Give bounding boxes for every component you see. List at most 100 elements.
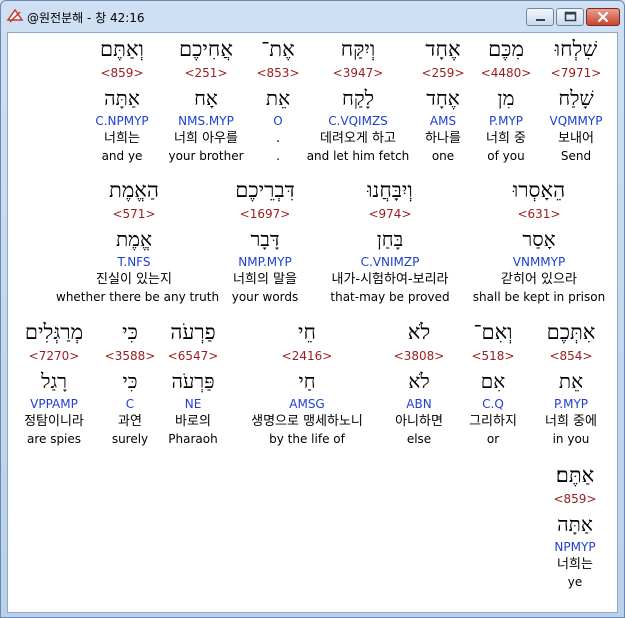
word-block[interactable]: אֶת־ <853> אֵת O . .	[256, 35, 300, 173]
window-title: @원전분해 - 창 42:16	[27, 11, 145, 25]
hebrew-word: חֵי	[298, 320, 316, 344]
korean-gloss: 데려오게 하고	[320, 131, 396, 146]
parsing-code: AMS	[429, 114, 457, 128]
lemma: אֵת	[558, 369, 584, 393]
lemma: חַי	[298, 369, 316, 393]
korean-gloss: .	[275, 131, 281, 146]
close-button[interactable]	[586, 8, 620, 26]
strong-number: <3947>	[332, 66, 384, 80]
english-gloss: shall be kept in prison	[472, 290, 606, 304]
lemma: שָׁלַח	[558, 86, 594, 110]
lemma: אֵת	[265, 86, 291, 110]
maximize-button[interactable]	[556, 8, 584, 26]
lemma: אֶחָד	[426, 86, 460, 110]
parsing-code: NMS.MYP	[178, 114, 234, 128]
word-block[interactable]: וְאִם־ <518> אִם C.Q 그리하지 or	[458, 318, 528, 456]
strong-number: <3808>	[393, 349, 445, 363]
lemma: בָּחַן	[376, 227, 404, 251]
korean-gloss: 너희는	[557, 557, 593, 572]
english-gloss: that-may be proved	[330, 290, 450, 304]
lemma: כִּי	[122, 369, 138, 393]
parsing-code: VQMMYP	[549, 114, 603, 128]
korean-gloss: 바로의	[175, 414, 211, 429]
parsing-code: O	[273, 114, 283, 128]
word-block[interactable]: אִתְּכֶם <854> אֵת P.MYP 너희 중에 in you	[532, 318, 610, 456]
word-block[interactable]: וְיִבָּחֲנוּ <974> בָּחַן C.VNIMZP 내가-시험…	[318, 176, 462, 314]
strong-number: <518>	[471, 349, 515, 363]
word-block[interactable]: וְאַתֶּם <859> אַתָּה C.NPMYP 너희는 and ye	[86, 35, 158, 173]
english-gloss: your brother	[168, 149, 244, 163]
lemma: אִם	[480, 369, 506, 393]
korean-gloss: 갇히어 있으라	[501, 272, 577, 287]
korean-gloss: 아니하면	[395, 414, 443, 429]
korean-gloss: 너희의 말을	[233, 272, 297, 287]
english-gloss: ye	[567, 575, 583, 589]
lemma: אַתָּה	[104, 86, 140, 110]
korean-gloss: 정탐이니라	[24, 414, 84, 429]
word-block[interactable]: כִּי <3588> כִּי C 과연 surely	[102, 318, 158, 456]
parsing-code: C.Q	[482, 397, 504, 411]
strong-number: <859>	[100, 66, 144, 80]
hebrew-word: וְיִקַּח	[340, 37, 376, 61]
english-gloss: surely	[111, 432, 149, 446]
strong-number: <7270>	[28, 349, 80, 363]
word-block[interactable]: הַאֱמֶת <571> אֱמֶת T.NFS 진실이 있는지 whethe…	[56, 176, 219, 314]
word-block[interactable]: הֵאָסְרוּ <631> אָסַר VNMMYP 갇히어 있으라 sha…	[468, 176, 610, 314]
english-gloss: of you	[487, 149, 525, 163]
parsing-code: VPPAMP	[30, 397, 78, 411]
minimize-button[interactable]	[526, 8, 554, 26]
title-bar[interactable]: @원전분해 - 창 42:16	[1, 1, 624, 31]
korean-gloss: 너희 중	[485, 131, 526, 146]
lemma: לֹא	[408, 369, 430, 393]
hebrew-word: מְרַגְּלִים	[24, 320, 84, 344]
parsing-code: NE	[184, 397, 202, 411]
word-block[interactable]: וְיִקַּח <3947> לָקַח C.VQIMZS 데려오게 하고 a…	[306, 35, 410, 173]
app-window: @원전분해 - 창 42:16 שִׁלְחוּ <7971> שָׁלַח V…	[0, 0, 625, 618]
strong-number: <854>	[549, 349, 593, 363]
strong-number: <7971>	[550, 66, 602, 80]
word-block[interactable]: לֹא <3808> לֹא ABN 아니하면 else	[384, 318, 454, 456]
hebrew-word: אִתְּכֶם	[546, 320, 596, 344]
english-gloss: and let him fetch	[306, 149, 410, 163]
lemma: רָגַל	[41, 369, 67, 393]
hebrew-word: אֶת־	[261, 37, 295, 61]
analysis-content: שִׁלְחוּ <7971> שָׁלַח VQMMYP 보내어 Send מ…	[7, 32, 618, 613]
word-block[interactable]: דִּבְרֵיכֶם <1697> דָּבָר NMP.MYP 너희의 말을…	[218, 176, 312, 314]
word-block[interactable]: אַתֶּם׃ <859> אַתָּה NPMYP 너희는 ye	[538, 461, 612, 599]
word-block[interactable]: חֵי <2416> חַי AMSG 생명으로 맹세하노니 by the li…	[234, 318, 380, 456]
parsing-code: VNMMYP	[512, 255, 566, 269]
word-block[interactable]: אֶחָד <259> אֶחָד AMS 하나를 one	[413, 35, 473, 173]
word-block[interactable]: שִׁלְחוּ <7971> שָׁלַח VQMMYP 보내어 Send	[541, 35, 611, 173]
word-block[interactable]: מִכֶּם <4480> מִן P.MYP 너희 중 of you	[478, 35, 534, 173]
lemma: מִן	[497, 86, 515, 110]
lemma: פַּרְעֹה	[171, 369, 215, 393]
korean-gloss: 생명으로 맹세하노니	[251, 414, 363, 429]
hebrew-word: אֲחִיכֶם	[179, 37, 233, 61]
strong-number: <853>	[256, 66, 300, 80]
strong-number: <251>	[184, 66, 228, 80]
hebrew-word: וְיִבָּחֲנוּ	[367, 178, 413, 202]
english-gloss: your words	[231, 290, 299, 304]
strong-number: <631>	[517, 207, 561, 221]
korean-gloss: 보내어	[558, 131, 594, 146]
parsing-code: NPMYP	[554, 540, 596, 554]
lemma: לָקַח	[342, 86, 374, 110]
word-block[interactable]: מְרַגְּלִים <7270> רָגַל VPPAMP 정탐이니라 ar…	[12, 318, 96, 456]
word-block[interactable]: אֲחִיכֶם <251> אָח NMS.MYP 너희 아우를 your b…	[163, 35, 249, 173]
maximize-icon	[564, 11, 577, 22]
lemma: אֱמֶת	[115, 227, 153, 251]
parsing-code: C	[125, 397, 135, 411]
hebrew-word: הַאֱמֶת	[109, 178, 159, 202]
hebrew-word: שִׁלְחוּ	[554, 37, 598, 61]
minimize-icon	[536, 19, 545, 21]
strong-number: <6547>	[167, 349, 219, 363]
hebrew-word: אֶחָד	[425, 37, 461, 61]
app-icon	[6, 8, 24, 24]
korean-gloss: 과연	[118, 414, 142, 429]
strong-number: <974>	[368, 207, 412, 221]
word-block[interactable]: פַרְעֹה <6547> פַּרְעֹה NE 바로의 Pharaoh	[162, 318, 224, 456]
strong-number: <2416>	[281, 349, 333, 363]
english-gloss: Pharaoh	[168, 432, 218, 446]
parsing-code: ABN	[406, 397, 432, 411]
hebrew-word: פַרְעֹה	[170, 320, 216, 344]
